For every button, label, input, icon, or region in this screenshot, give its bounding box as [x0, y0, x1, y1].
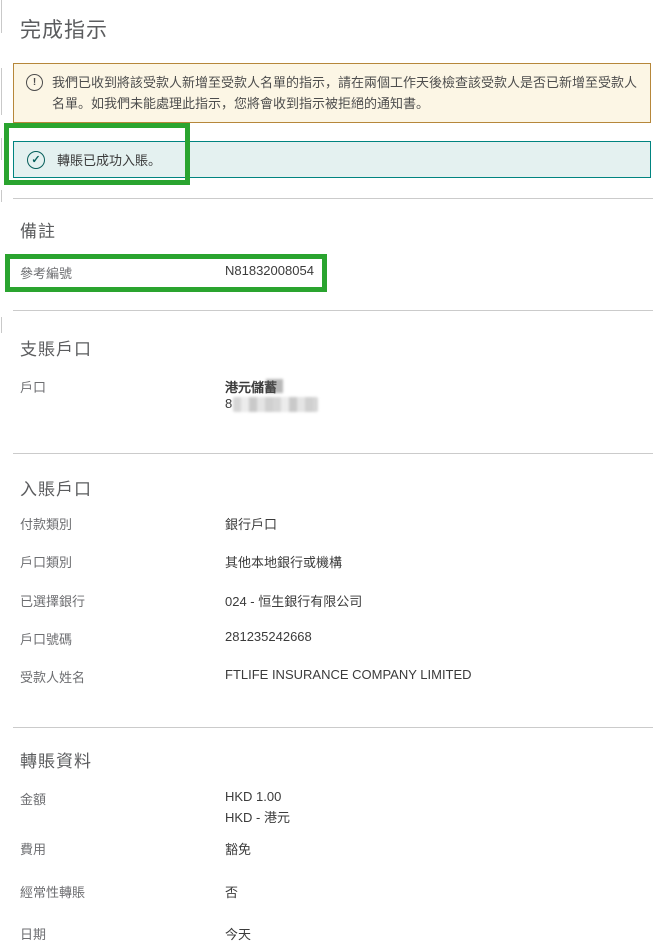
account-number-label: 戶口號碼: [20, 629, 72, 648]
warning-alert: ! 我們已收到將該受款人新增至受款人名單的指示，請在兩個工作天後檢查該受款人是否…: [13, 63, 651, 123]
date-value: 今天: [225, 924, 251, 943]
left-edge-line: [1, 317, 2, 333]
selected-bank-label: 已選擇銀行: [20, 591, 85, 610]
debit-account-label: 戶口: [20, 377, 46, 396]
amount-value: HKD 1.00: [225, 789, 281, 804]
divider: [13, 453, 653, 454]
exclamation-circle-icon: !: [26, 74, 43, 91]
payee-name-label: 受款人姓名: [20, 667, 85, 686]
fee-label: 費用: [20, 839, 46, 858]
warning-alert-text: 我們已收到將該受款人新增至受款人名單的指示，請在兩個工作天後檢查該受款人是否已新…: [52, 72, 638, 114]
account-number-value: 281235242668: [225, 629, 312, 644]
payee-name-value: FTLIFE INSURANCE COMPANY LIMITED: [225, 667, 472, 682]
masked-character-blur: [266, 379, 283, 393]
section-heading-debit-account: 支賬戶口: [20, 335, 92, 360]
amount-label: 金額: [20, 789, 46, 808]
payment-type-value: 銀行戶口: [225, 514, 277, 533]
left-edge-line: [1, 0, 2, 33]
debit-account-number-prefix: 8: [225, 396, 232, 411]
section-heading-credit-account: 入賬戶口: [20, 475, 92, 500]
fee-value: 豁免: [225, 839, 251, 858]
annotation-highlight-reference: [5, 254, 327, 292]
section-heading-remarks: 備註: [20, 217, 56, 242]
divider: [13, 198, 653, 199]
section-heading-transfer-details: 轉賬資料: [20, 747, 92, 772]
left-edge-line: [1, 138, 2, 160]
date-label: 日期: [20, 924, 46, 943]
recurring-transfer-label: 經常性轉賬: [20, 882, 85, 901]
masked-account-number-blur: [233, 397, 318, 412]
divider: [13, 727, 653, 728]
amount-currency: HKD - 港元: [225, 807, 290, 826]
account-type-label: 戶口類別: [20, 552, 72, 571]
left-edge-line: [1, 190, 2, 202]
annotation-highlight-success: [4, 123, 190, 185]
page-title: 完成指示: [20, 14, 108, 44]
divider: [13, 310, 653, 311]
selected-bank-value: 024 - 恒生銀行有限公司: [225, 591, 362, 610]
left-edge-line: [1, 68, 2, 115]
account-type-value: 其他本地銀行或機構: [225, 552, 342, 571]
recurring-transfer-value: 否: [225, 882, 238, 901]
payment-type-label: 付款類別: [20, 514, 72, 533]
